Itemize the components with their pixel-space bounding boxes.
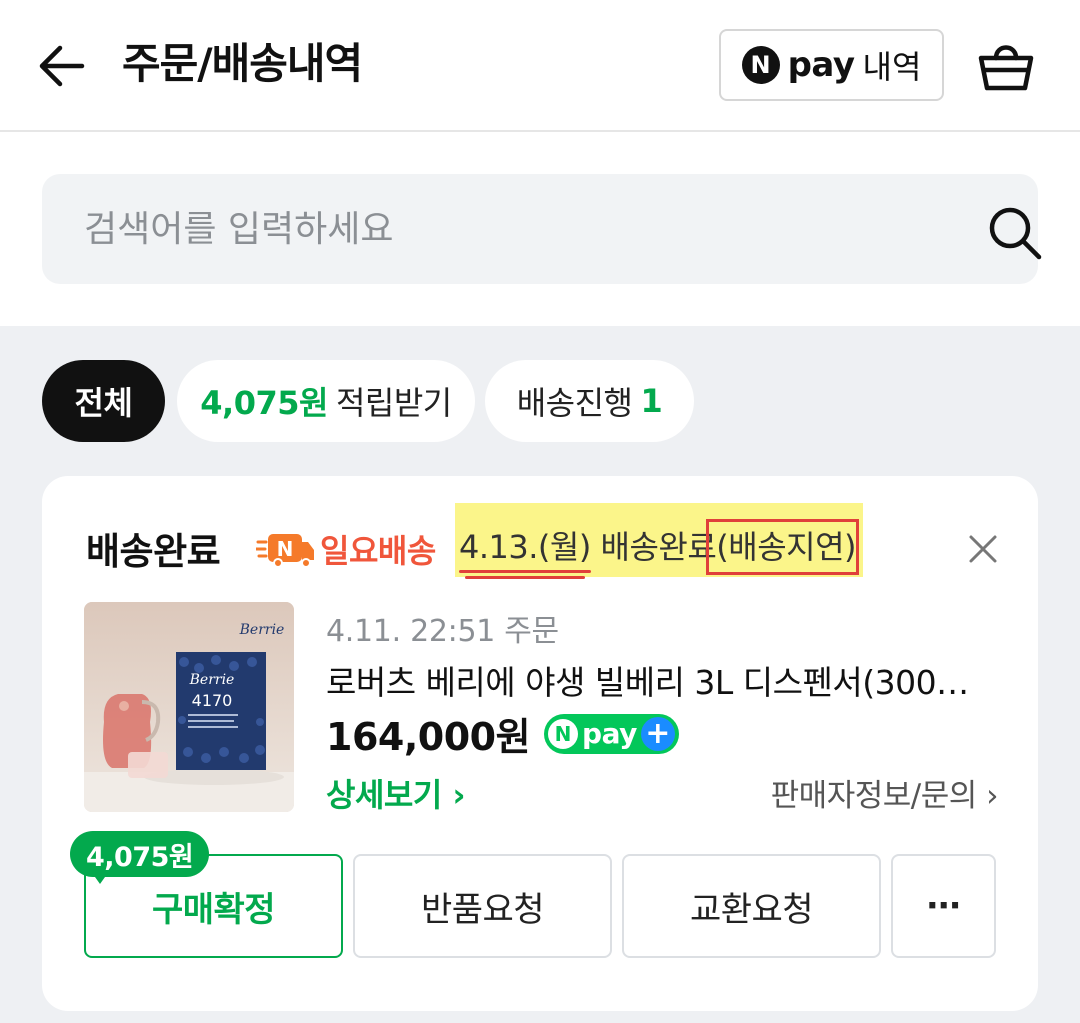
- filter-chip-label: 전체: [74, 384, 133, 422]
- red-underline: [465, 576, 585, 579]
- page-title: 주문/배송내역: [122, 39, 363, 88]
- filter-chip-count: 1: [640, 382, 663, 420]
- filter-chip-label: 적립받기: [335, 384, 452, 422]
- npay-plus-badge: N pay +: [544, 713, 679, 754]
- sunday-delivery-badge: N 일요배송: [256, 526, 436, 572]
- order-status: 배송완료: [86, 530, 221, 573]
- product-brand-text: Berrie: [239, 622, 285, 638]
- product-thumbnail[interactable]: Berrie 4170 Berrie: [84, 602, 294, 812]
- npay-history-label: 내역: [862, 48, 922, 86]
- top-header: 주문/배송내역 N pay 내역: [0, 0, 1080, 132]
- product-code-text: 4170: [192, 691, 233, 710]
- filter-chip-label: 배송진행: [516, 384, 633, 422]
- sunday-delivery-label: 일요배송: [320, 532, 436, 570]
- filter-chip-all[interactable]: 전체: [42, 360, 165, 442]
- npay-label: pay: [787, 45, 855, 85]
- red-annotation-box: [706, 519, 859, 575]
- plus-icon: +: [640, 716, 675, 751]
- product-brand-text: Berrie: [189, 672, 235, 688]
- return-request-button[interactable]: 반품요청: [353, 854, 612, 958]
- delivery-date: 4.13.(월): [459, 528, 591, 579]
- npay-logo-icon: N: [741, 46, 780, 84]
- search-section: [0, 134, 1080, 326]
- price-row: 164,000원 N pay +: [326, 706, 679, 761]
- filter-chip-amount: 4,075원: [200, 384, 328, 422]
- order-list-area: 전체 4,075원 적립받기 배송진행 1 배송완료 N 일요배송 4.13.(…: [0, 326, 1080, 1023]
- order-time: 4.11. 22:51 주문: [326, 614, 559, 649]
- npay-logo-icon: N: [548, 718, 579, 749]
- view-details-link[interactable]: 상세보기 ›: [326, 770, 466, 816]
- product-image: Berrie 4170 Berrie: [84, 602, 294, 812]
- npay-history-button[interactable]: N pay 내역: [719, 29, 944, 101]
- back-arrow-icon[interactable]: [34, 38, 90, 94]
- npay-plus-label: pay: [582, 717, 637, 750]
- filter-chip-shipping[interactable]: 배송진행 1: [485, 360, 694, 442]
- product-price: 164,000원: [326, 715, 531, 759]
- filter-chip-reward[interactable]: 4,075원 적립받기: [177, 360, 475, 442]
- svg-text:N: N: [277, 537, 294, 561]
- search-icon[interactable]: [986, 204, 1044, 262]
- shopping-basket-icon[interactable]: [975, 34, 1037, 96]
- more-options-button[interactable]: ⋯: [891, 854, 996, 958]
- delivery-status-text: 배송완료: [590, 528, 717, 566]
- delivery-truck-icon: N: [256, 534, 314, 568]
- seller-info-link[interactable]: 판매자정보/문의 ›: [771, 770, 999, 815]
- reward-badge-tail: [90, 870, 110, 884]
- order-card: 배송완료 N 일요배송 4.13.(월) 배송완료(배송지연) Berrie 4…: [42, 476, 1038, 1011]
- close-icon[interactable]: [968, 534, 998, 564]
- search-bar: [42, 174, 1042, 284]
- product-name[interactable]: 로버츠 베리에 야생 빌베리 3L 디스펜서(300ml 10팩): [326, 656, 998, 704]
- search-input[interactable]: [84, 174, 924, 284]
- red-underline: [459, 570, 591, 573]
- exchange-request-button[interactable]: 교환요청: [622, 854, 881, 958]
